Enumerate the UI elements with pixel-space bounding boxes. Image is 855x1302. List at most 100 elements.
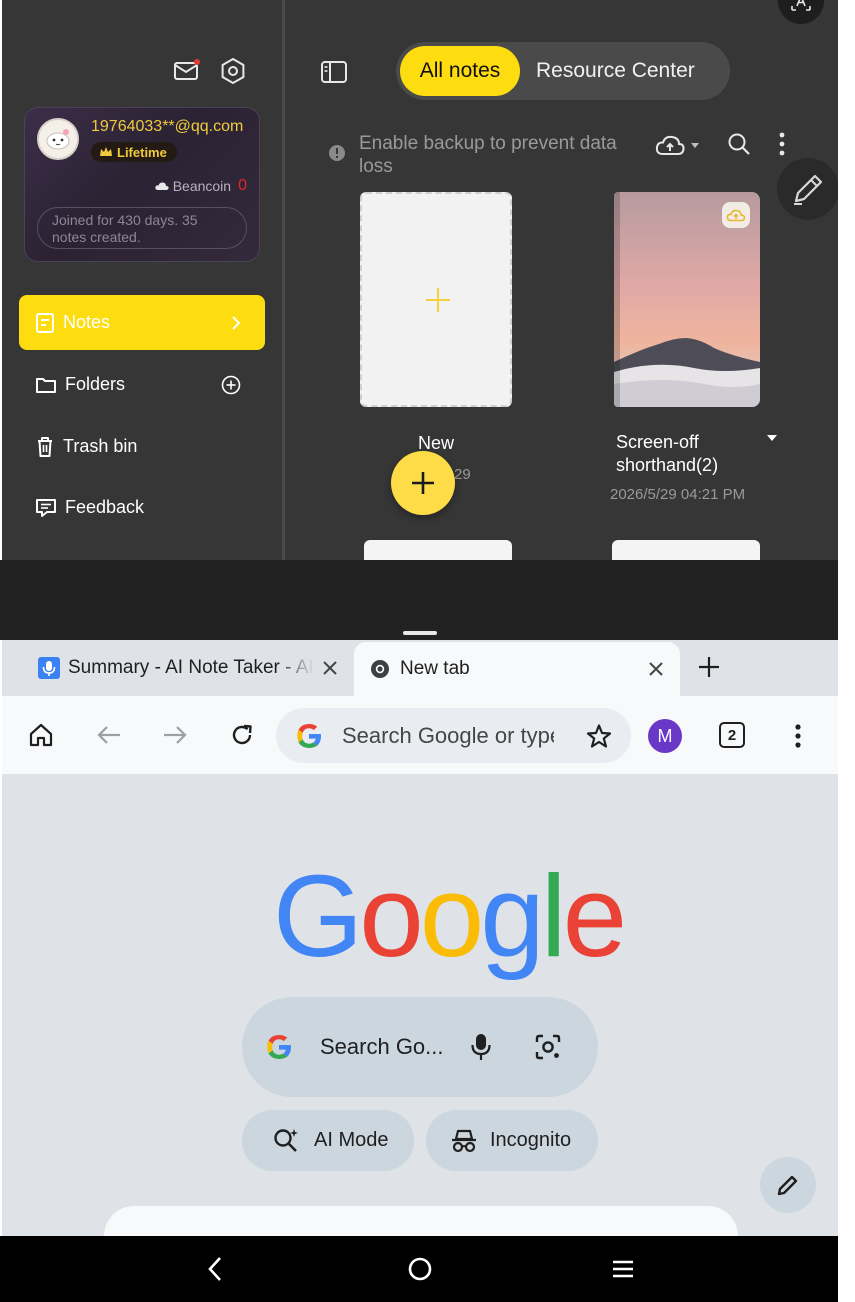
screen-edge: [838, 0, 855, 1302]
split-screen-handle[interactable]: [403, 631, 437, 635]
cloud-upload-icon: [722, 202, 750, 228]
tab-title: Summary - AI Note Taker - AI Transcribe: [68, 657, 314, 678]
settings-icon[interactable]: [218, 56, 248, 86]
tab-strip: Summary - AI Note Taker - AI Transcribe …: [2, 640, 838, 696]
browser-app: Summary - AI Note Taker - AI Transcribe …: [2, 640, 838, 1236]
logo-letter: e: [562, 851, 627, 981]
incognito-icon: [450, 1128, 478, 1154]
tab-title: New tab: [400, 658, 470, 679]
sidebar-item-label: Trash bin: [63, 436, 138, 456]
profile-email: 19764033**@qq.com: [91, 118, 244, 135]
note-icon: [35, 312, 55, 334]
forward-arrow-icon[interactable]: [160, 720, 190, 750]
crown-icon: [99, 146, 113, 158]
ntp-search-box[interactable]: Search Go...: [242, 997, 598, 1097]
logo-letter: g: [480, 851, 544, 981]
profile-avatar[interactable]: M: [648, 719, 682, 753]
voice-notes-favicon: [38, 657, 60, 679]
note-card-cover[interactable]: [614, 192, 760, 407]
bookmark-star-icon[interactable]: [586, 723, 612, 749]
browser-tab-newtab[interactable]: New tab: [354, 642, 680, 696]
close-tab-icon[interactable]: [322, 660, 338, 676]
tab-all-notes[interactable]: All notes: [400, 46, 520, 96]
back-arrow-icon[interactable]: [94, 720, 124, 750]
google-g-icon: [294, 721, 324, 751]
logo-letter: o: [359, 851, 423, 981]
omnibox-placeholder[interactable]: Search Google or type URL: [342, 708, 554, 763]
sidebar-item-trash[interactable]: Trash bin: [19, 419, 265, 474]
new-note-card[interactable]: [360, 192, 512, 407]
home-nav-icon[interactable]: [405, 1254, 435, 1284]
lens-camera-icon[interactable]: [534, 1033, 562, 1061]
sidebar-item-label: Feedback: [65, 497, 145, 517]
feed-card[interactable]: [104, 1206, 738, 1236]
google-logo: Google: [273, 858, 627, 974]
ai-search-icon: [272, 1127, 300, 1155]
sidebar-item-notes[interactable]: Notes: [19, 295, 265, 350]
note-date: 2026/5/29 04:21 PM: [610, 486, 746, 503]
back-nav-icon[interactable]: [200, 1254, 230, 1284]
screen: 19764033**@qq.com Lifetime Beancoin 0 Jo…: [0, 0, 855, 1302]
omnibox[interactable]: Search Google or type URL: [276, 708, 631, 763]
sidebar-toggle-icon[interactable]: [318, 58, 350, 86]
notes-tab-bar: All notes Resource Center: [396, 42, 730, 100]
google-g-icon: [264, 1032, 294, 1062]
chrome-favicon: [370, 659, 390, 679]
sidebar-divider: [282, 0, 285, 560]
edit-pencil-icon[interactable]: [760, 1157, 816, 1213]
sidebar-item-feedback[interactable]: Feedback: [19, 480, 265, 535]
note-date: 29: [454, 466, 471, 483]
sidebar-item-label: Notes: [63, 312, 111, 332]
avatar: [37, 118, 79, 160]
lifetime-badge: Lifetime: [91, 142, 177, 162]
pen-icon[interactable]: [777, 158, 838, 220]
browser-tab-summary[interactable]: Summary - AI Note Taker - AI Transcribe: [2, 642, 354, 694]
tab-resource-center[interactable]: Resource Center: [536, 46, 695, 96]
system-nav-bar: [0, 1236, 838, 1302]
profile-card[interactable]: 19764033**@qq.com Lifetime Beancoin 0 Jo…: [24, 107, 260, 262]
feedback-icon: [35, 498, 57, 518]
logo-letter: l: [540, 851, 567, 981]
ntp-search-placeholder: Search Go...: [320, 1034, 444, 1059]
note-title: Screen-off shorthand(2): [616, 432, 719, 475]
note-card-peek[interactable]: [364, 540, 512, 560]
sidebar-item-folders[interactable]: Folders: [19, 357, 265, 412]
beancoin-label: Beancoin: [172, 178, 232, 194]
folder-icon: [35, 375, 57, 395]
menu-dots-icon[interactable]: [788, 722, 808, 750]
translate-icon[interactable]: [778, 0, 824, 24]
reload-icon[interactable]: [227, 720, 257, 750]
dropdown-arrow-icon[interactable]: [766, 434, 778, 442]
more-options-icon[interactable]: [772, 130, 792, 158]
home-icon[interactable]: [26, 720, 56, 750]
browser-toolbar: Search Google or type URL M 2: [2, 696, 838, 774]
tab-switcher-button[interactable]: 2: [719, 722, 745, 748]
add-note-button[interactable]: [391, 451, 455, 515]
logo-letter: G: [273, 851, 363, 981]
ai-mode-chip[interactable]: AI Mode: [242, 1110, 414, 1171]
mail-icon[interactable]: [172, 56, 202, 86]
recents-nav-icon[interactable]: [608, 1254, 638, 1284]
note-card-peek[interactable]: [612, 540, 760, 560]
chevron-right-icon: [231, 315, 241, 331]
close-tab-icon[interactable]: [648, 661, 664, 677]
search-icon[interactable]: [726, 131, 752, 157]
info-icon: [328, 144, 346, 162]
cloud-coin-icon: [155, 181, 169, 191]
logo-letter: o: [419, 851, 484, 981]
incognito-chip[interactable]: Incognito: [426, 1110, 598, 1171]
split-screen-divider[interactable]: [0, 560, 838, 640]
trash-icon: [35, 436, 55, 458]
add-folder-icon[interactable]: [221, 375, 241, 395]
notes-app: 19764033**@qq.com Lifetime Beancoin 0 Jo…: [2, 0, 838, 560]
sidebar: 19764033**@qq.com Lifetime Beancoin 0 Jo…: [2, 0, 282, 560]
cloud-sync-icon[interactable]: [654, 130, 706, 160]
microphone-icon[interactable]: [470, 1033, 492, 1061]
sidebar-item-label: Folders: [65, 374, 126, 394]
backup-warning[interactable]: Enable backup to prevent data loss: [359, 132, 639, 178]
beancoin: Beancoin 0: [155, 177, 247, 195]
lifetime-label: Lifetime: [117, 144, 167, 160]
plus-icon: [424, 286, 452, 314]
joined-stats: Joined for 430 days. 35 notes created.: [37, 207, 247, 249]
new-tab-button[interactable]: [694, 652, 724, 682]
